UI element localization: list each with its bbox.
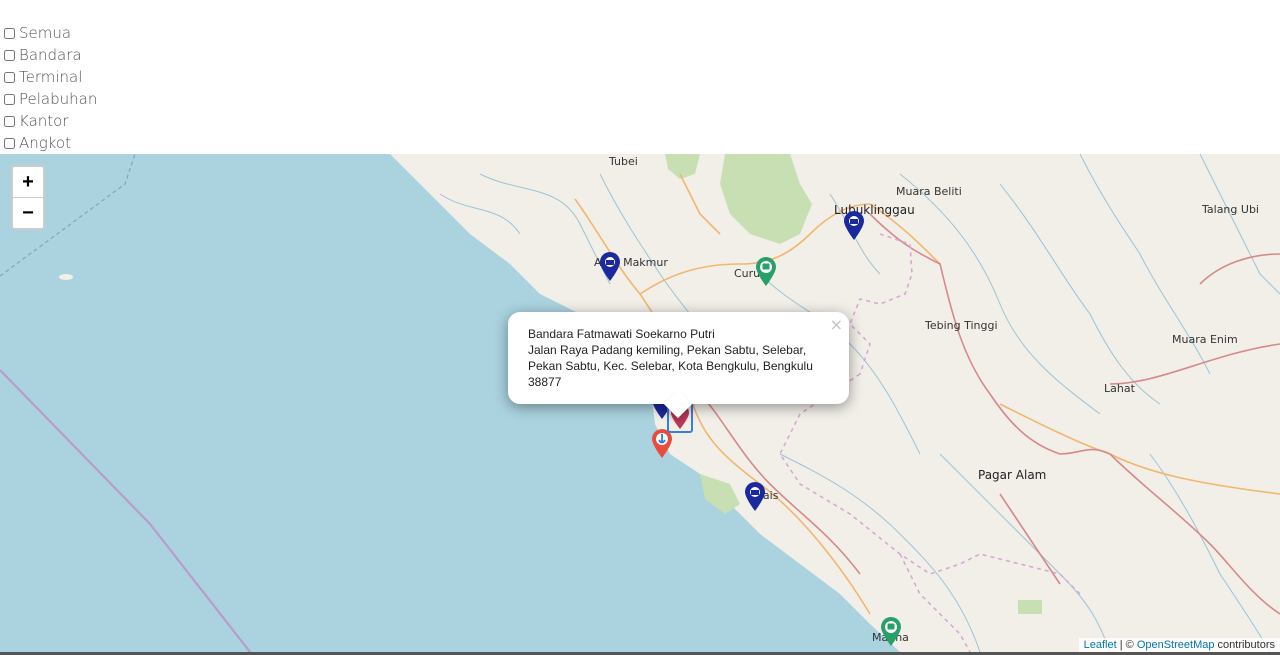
zoom-in-button[interactable]: +: [13, 167, 43, 197]
bus-terminal-marker-curup[interactable]: [755, 257, 777, 287]
filter-bandara[interactable]: Bandara: [0, 44, 200, 66]
leaflet-link[interactable]: Leaflet: [1084, 639, 1117, 651]
filter-bandara-checkbox[interactable]: [4, 49, 15, 61]
filter-terminal-checkbox[interactable]: [4, 71, 15, 83]
filter-angkot[interactable]: Angkot: [0, 132, 200, 154]
filter-kantor[interactable]: Kantor: [0, 110, 200, 132]
filter-terminal-label[interactable]: Terminal: [19, 68, 82, 86]
map-attribution: Leaflet | © OpenStreetMap contributors: [1078, 638, 1280, 652]
filter-pelabuhan-label[interactable]: Pelabuhan: [19, 90, 97, 108]
office-marker-tais[interactable]: [744, 482, 766, 512]
filter-semua-checkbox[interactable]: [4, 27, 15, 39]
place-lahat: Lahat: [1104, 382, 1135, 395]
office-marker-argamakmur[interactable]: [599, 252, 621, 282]
place-talang-ubi: Talang Ubi: [1202, 203, 1259, 216]
popup-location-name: Bandara Fatmawati Soekarno Putri: [528, 327, 715, 341]
place-muara-enim: Muara Enim: [1172, 333, 1238, 346]
popup-location-address: Jalan Raya Padang kemiling, Pekan Sabtu,…: [528, 343, 813, 389]
filter-bandara-label[interactable]: Bandara: [19, 46, 82, 64]
category-filter-list: Semua Bandara Terminal Pelabuhan Kantor …: [0, 22, 200, 154]
popup-close-button[interactable]: ×: [830, 315, 843, 334]
place-muara-beliti: Muara Beliti: [896, 185, 962, 198]
openstreetmap-link[interactable]: OpenStreetMap: [1137, 639, 1215, 651]
filter-pelabuhan-checkbox[interactable]: [4, 93, 15, 105]
filter-kantor-label[interactable]: Kantor: [19, 112, 69, 130]
filter-pelabuhan[interactable]: Pelabuhan: [0, 88, 200, 110]
place-pagar-alam: Pagar Alam: [978, 468, 1047, 482]
filter-terminal[interactable]: Terminal: [0, 66, 200, 88]
zoom-control: + −: [11, 165, 45, 230]
filter-semua[interactable]: Semua: [0, 22, 200, 44]
port-marker-bengkulu[interactable]: [651, 429, 673, 459]
bus-terminal-marker-manna[interactable]: [880, 617, 902, 647]
place-tebing-tinggi: Tebing Tinggi: [925, 319, 998, 332]
filter-angkot-checkbox[interactable]: [4, 137, 15, 149]
popup-content: Bandara Fatmawati Soekarno Putri Jalan R…: [528, 326, 828, 390]
attribution-separator: | ©: [1116, 639, 1137, 651]
filter-angkot-label[interactable]: Angkot: [19, 134, 71, 152]
zoom-out-button[interactable]: −: [13, 197, 43, 228]
location-popup: Bandara Fatmawati Soekarno Putri Jalan R…: [508, 312, 849, 419]
attribution-suffix: contributors: [1214, 639, 1275, 651]
filter-semua-label[interactable]: Semua: [19, 24, 71, 42]
place-tubei: Tubei: [609, 155, 638, 168]
filter-kantor-checkbox[interactable]: [4, 115, 15, 127]
map-view[interactable]: + − Tubei Lubuklinggau Muara Beliti Tala…: [0, 154, 1280, 652]
office-marker-lubuklinggau[interactable]: [843, 211, 865, 241]
